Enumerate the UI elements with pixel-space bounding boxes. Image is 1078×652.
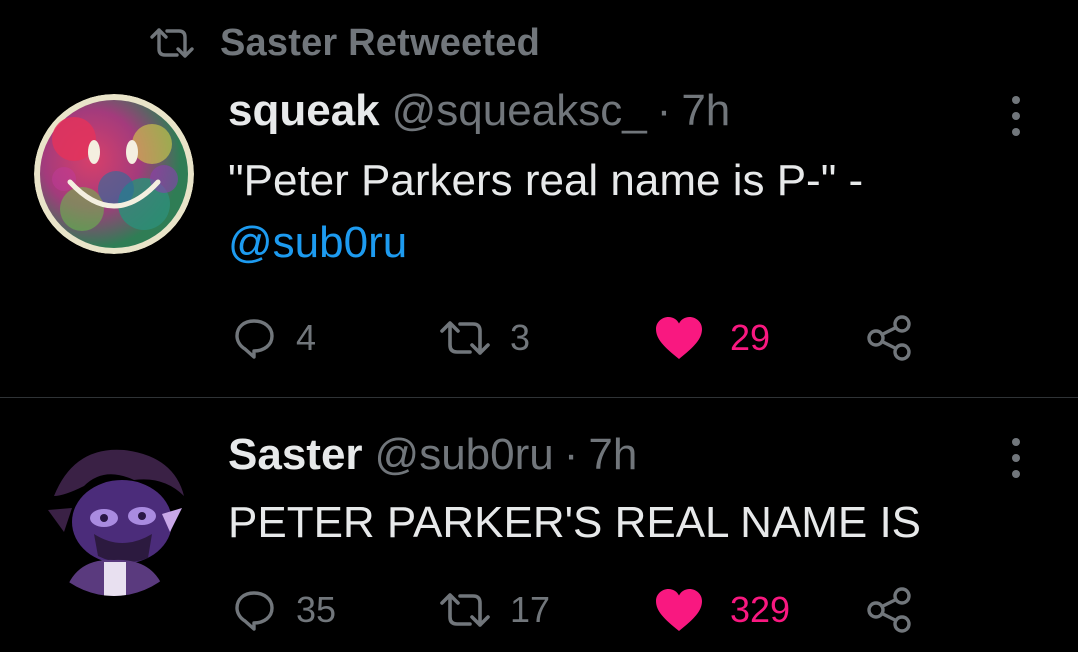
avatar-image (34, 94, 194, 254)
more-options-icon[interactable] (1012, 96, 1024, 136)
avatar[interactable] (34, 94, 194, 254)
timestamp[interactable]: 7h (588, 430, 637, 480)
retweet-button[interactable]: 17 (438, 584, 550, 636)
retweet-icon (150, 28, 194, 58)
tweet-text: "Peter Parkers real name is P-" - @sub0r… (228, 150, 863, 274)
display-name[interactable]: squeak (228, 86, 380, 136)
share-icon (867, 315, 911, 361)
retweet-icon (440, 321, 490, 355)
tweet-text-line: "Peter Parkers real name is P-" - (228, 156, 864, 205)
username[interactable]: @sub0ru (375, 430, 554, 480)
tweet-text: PETER PARKER'S REAL NAME IS (228, 492, 921, 554)
tweet-header: squeak @squeaksc_ · 7h (228, 86, 730, 136)
display-name[interactable]: Saster (228, 430, 363, 480)
reply-icon (235, 591, 274, 631)
reply-count: 4 (296, 317, 317, 358)
share-button[interactable] (864, 584, 916, 636)
username[interactable]: @squeaksc_ (392, 86, 647, 136)
heart-icon (656, 317, 702, 359)
reply-icon (235, 319, 274, 359)
reply-count: 35 (296, 589, 337, 630)
avatar-image (34, 436, 194, 596)
like-button[interactable]: 29 (654, 312, 770, 364)
share-button[interactable] (864, 312, 916, 364)
timestamp[interactable]: 7h (681, 86, 730, 136)
like-button[interactable]: 329 (654, 584, 790, 636)
retweet-button[interactable]: 3 (438, 312, 530, 364)
share-icon (867, 587, 911, 633)
retweet-banner-label: Saster Retweeted (220, 21, 541, 64)
heart-icon (656, 589, 702, 631)
like-count: 29 (730, 317, 771, 358)
tweet-divider (0, 397, 1078, 398)
like-count: 329 (730, 589, 791, 630)
separator-dot: · (563, 430, 579, 479)
retweet-banner[interactable]: Saster Retweeted (148, 18, 540, 68)
separator-dot: · (656, 86, 672, 135)
mention-link[interactable]: @sub0ru (228, 212, 863, 274)
more-options-icon[interactable] (1012, 438, 1024, 478)
retweet-icon (440, 593, 490, 627)
avatar[interactable] (34, 436, 194, 596)
tweet-header: Saster @sub0ru · 7h (228, 430, 637, 480)
reply-button[interactable]: 35 (232, 584, 336, 636)
reply-button[interactable]: 4 (232, 312, 316, 364)
retweet-count: 17 (510, 589, 551, 630)
retweet-count: 3 (510, 317, 531, 358)
tweet-text-line: PETER PARKER'S REAL NAME IS (228, 498, 922, 547)
